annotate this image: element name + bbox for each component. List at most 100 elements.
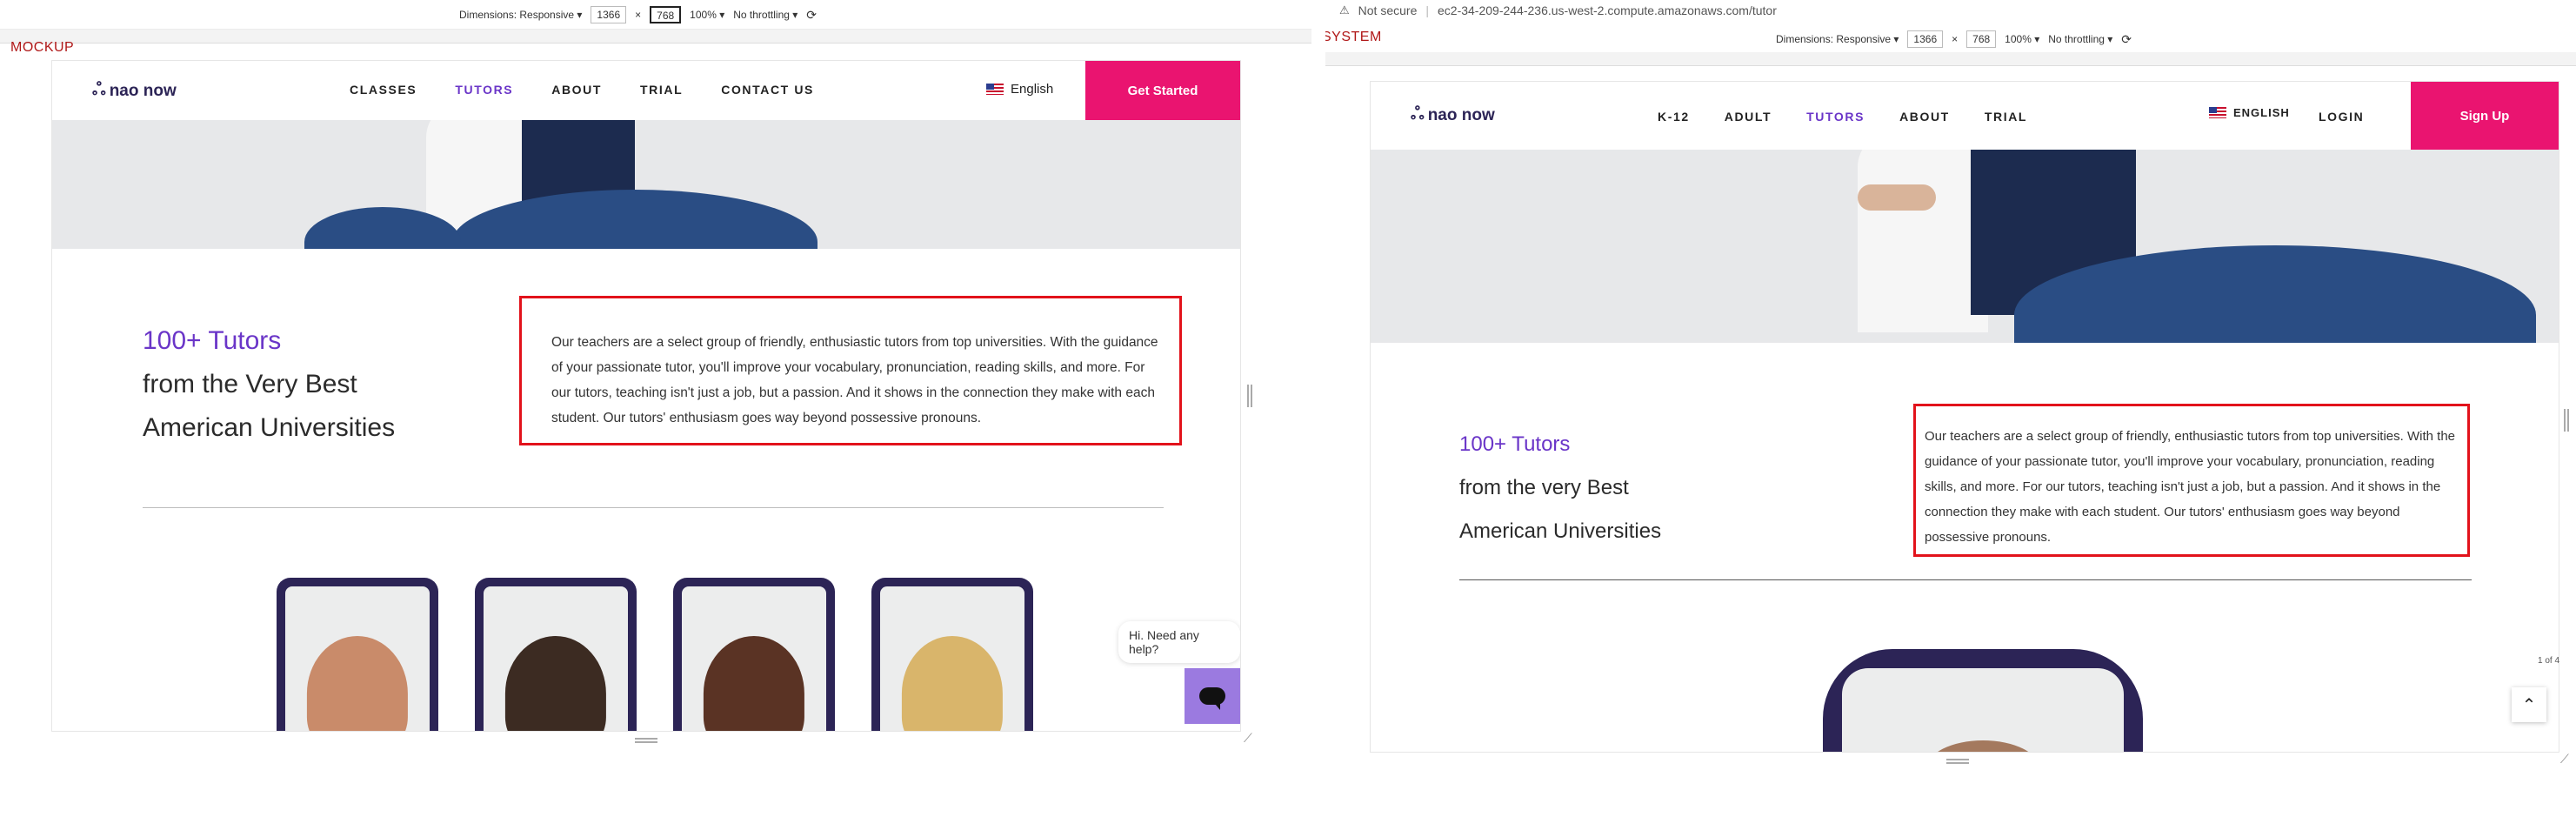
throttle-dropdown[interactable]: No throttling ▾: [2048, 33, 2112, 45]
card-screen: [1842, 668, 2124, 752]
card-notch: [906, 578, 998, 586]
url-text[interactable]: ec2-34-209-244-236.us-west-2.compute.ama…: [1438, 3, 1777, 17]
nav-link-tutors[interactable]: TUTORS: [1806, 110, 1865, 124]
bottom-resize-handle[interactable]: [1946, 759, 1969, 764]
card-screen: [484, 586, 628, 731]
get-started-button[interactable]: Get Started: [1085, 61, 1240, 120]
dimensions-dropdown[interactable]: Dimensions: Responsive ▾: [1776, 33, 1899, 45]
dimensions-dropdown[interactable]: Dimensions: Responsive ▾: [459, 9, 582, 21]
nav-links: K-12 ADULT TUTORS ABOUT TRIAL: [1658, 110, 2027, 124]
language-label: English: [1011, 82, 1054, 97]
tutor-photo-1: [1926, 740, 2039, 752]
tutor-card-4[interactable]: [871, 578, 1033, 731]
tutor-photo-4: [901, 636, 1004, 731]
card-notch: [1903, 649, 2063, 668]
logo-text: nao now: [1427, 105, 1495, 124]
logo-text: nao now: [109, 81, 177, 100]
chat-button[interactable]: [1185, 668, 1240, 724]
language-selector[interactable]: ENGLISH: [2209, 106, 2290, 119]
child-shirt: [1858, 150, 1988, 332]
side-resize-handle[interactable]: [1247, 385, 1252, 407]
chevron-up-icon: ⌃: [2521, 695, 2537, 715]
intro-paragraph-box: Our teachers are a select group of frien…: [519, 296, 1182, 445]
width-input[interactable]: 1366: [1907, 30, 1944, 48]
card-notch: [708, 578, 800, 586]
rotate-icon[interactable]: ⟳: [806, 8, 817, 23]
site-logo[interactable]: ஃ nao now: [92, 80, 177, 102]
security-label: Not secure: [1358, 3, 1418, 17]
butterfly-logo-icon: ஃ: [1411, 104, 1425, 124]
nav-link-tutors[interactable]: TUTORS: [455, 83, 513, 97]
login-link[interactable]: LOGIN: [2319, 110, 2364, 124]
tutor-card-3[interactable]: [673, 578, 835, 731]
card-screen: [880, 586, 1024, 731]
language-selector[interactable]: English: [986, 82, 1053, 97]
nav-link-adult[interactable]: ADULT: [1725, 110, 1772, 124]
width-input[interactable]: 1366: [591, 6, 627, 23]
chat-icon: [1199, 687, 1225, 710]
mockup-pane: Dimensions: Responsive ▾ 1366 × 768 100%…: [0, 0, 1311, 837]
site-logo[interactable]: ஃ nao now: [1411, 104, 1495, 126]
height-input[interactable]: 768: [650, 6, 682, 23]
nav-link-trial[interactable]: TRIAL: [1985, 110, 2027, 124]
nav-link-k12[interactable]: K-12: [1658, 110, 1690, 124]
chat-greeting-bubble[interactable]: Hi. Need any help?: [1118, 621, 1240, 663]
zoom-dropdown[interactable]: 100% ▾: [690, 9, 724, 21]
scroll-to-top-button[interactable]: ⌃: [2512, 687, 2546, 722]
us-flag-icon: [986, 84, 1004, 95]
media-query-ruler: [1325, 52, 2576, 66]
system-viewport: ஃ nao now K-12 ADULT TUTORS ABOUT TRIAL E…: [1371, 82, 2559, 752]
tutor-photo-3: [703, 636, 805, 731]
rotate-icon[interactable]: ⟳: [2121, 32, 2132, 47]
mockup-viewport: ஃ nao now CLASSES TUTORS ABOUT TRIAL CONT…: [52, 61, 1240, 731]
devtools-toolbar: Dimensions: Responsive ▾ 1366 × 768 100%…: [0, 0, 1311, 30]
nav-link-about[interactable]: ABOUT: [551, 83, 602, 97]
card-notch: [311, 578, 404, 586]
throttle-dropdown[interactable]: No throttling ▾: [733, 9, 797, 21]
intro-paragraph: Our teachers are a select group of frien…: [1925, 429, 2455, 545]
sign-up-button[interactable]: Sign Up: [2411, 82, 2559, 150]
nav-link-about[interactable]: ABOUT: [1899, 110, 1950, 124]
tutor-card-1[interactable]: [1823, 649, 2143, 752]
heading-line-2: from the very Best: [1459, 476, 1629, 499]
heading-line-3: American Universities: [1459, 519, 1662, 543]
browser-address-bar[interactable]: ⚠ Not secure | ec2-34-209-244-236.us-wes…: [1325, 0, 2576, 21]
tutors-heading: 100+ Tutors from the Very Best American …: [143, 319, 395, 450]
page-indicator: 1 of 4: [2538, 656, 2560, 666]
url-separator: |: [1425, 3, 1429, 17]
hero-image: [1371, 150, 2559, 343]
card-screen: [682, 586, 826, 731]
nav-link-contact[interactable]: CONTACT US: [721, 83, 814, 97]
tutor-photo-1: [306, 636, 409, 731]
hero-image: [52, 120, 1240, 249]
intro-paragraph-box: Our teachers are a select group of frien…: [1913, 404, 2470, 557]
nav-links: CLASSES TUTORS ABOUT TRIAL CONTACT US: [350, 83, 814, 97]
nav-link-trial[interactable]: TRIAL: [640, 83, 683, 97]
language-label: ENGLISH: [2233, 106, 2290, 119]
bottom-resize-handle[interactable]: [635, 738, 657, 743]
login-link-wrap: LOGIN: [2319, 110, 2364, 124]
section-divider: [1459, 579, 2472, 580]
mockup-tag: MOCKUP: [10, 40, 75, 55]
card-notch: [510, 578, 602, 586]
corner-resize-handle[interactable]: ⟋: [2560, 752, 2569, 767]
tutors-heading: 100+ Tutors from the very Best American …: [1459, 423, 1661, 553]
times-label: ×: [635, 9, 642, 21]
nav-link-classes[interactable]: CLASSES: [350, 83, 417, 97]
zoom-dropdown[interactable]: 100% ▾: [2005, 33, 2039, 45]
site-navbar: ஃ nao now K-12 ADULT TUTORS ABOUT TRIAL E…: [1371, 82, 2559, 150]
media-query-ruler: [0, 30, 1311, 44]
corner-resize-handle[interactable]: ⟋: [1244, 731, 1252, 746]
system-pane: ⚠ Not secure | ec2-34-209-244-236.us-wes…: [1325, 0, 2576, 837]
tutor-photo-2: [504, 636, 607, 731]
tutor-card-1[interactable]: [277, 578, 438, 731]
heading-line-3: American Universities: [143, 413, 396, 442]
heading-line-2: from the Very Best: [143, 370, 357, 398]
side-resize-handle[interactable]: [2564, 409, 2569, 432]
crossed-arms: [1858, 184, 1936, 211]
intro-paragraph: Our teachers are a select group of frien…: [551, 335, 1158, 425]
tutor-card-2[interactable]: [475, 578, 637, 731]
card-screen: [285, 586, 430, 731]
height-input[interactable]: 768: [1966, 30, 1997, 48]
system-tag: SYSTEM: [1325, 30, 1382, 44]
